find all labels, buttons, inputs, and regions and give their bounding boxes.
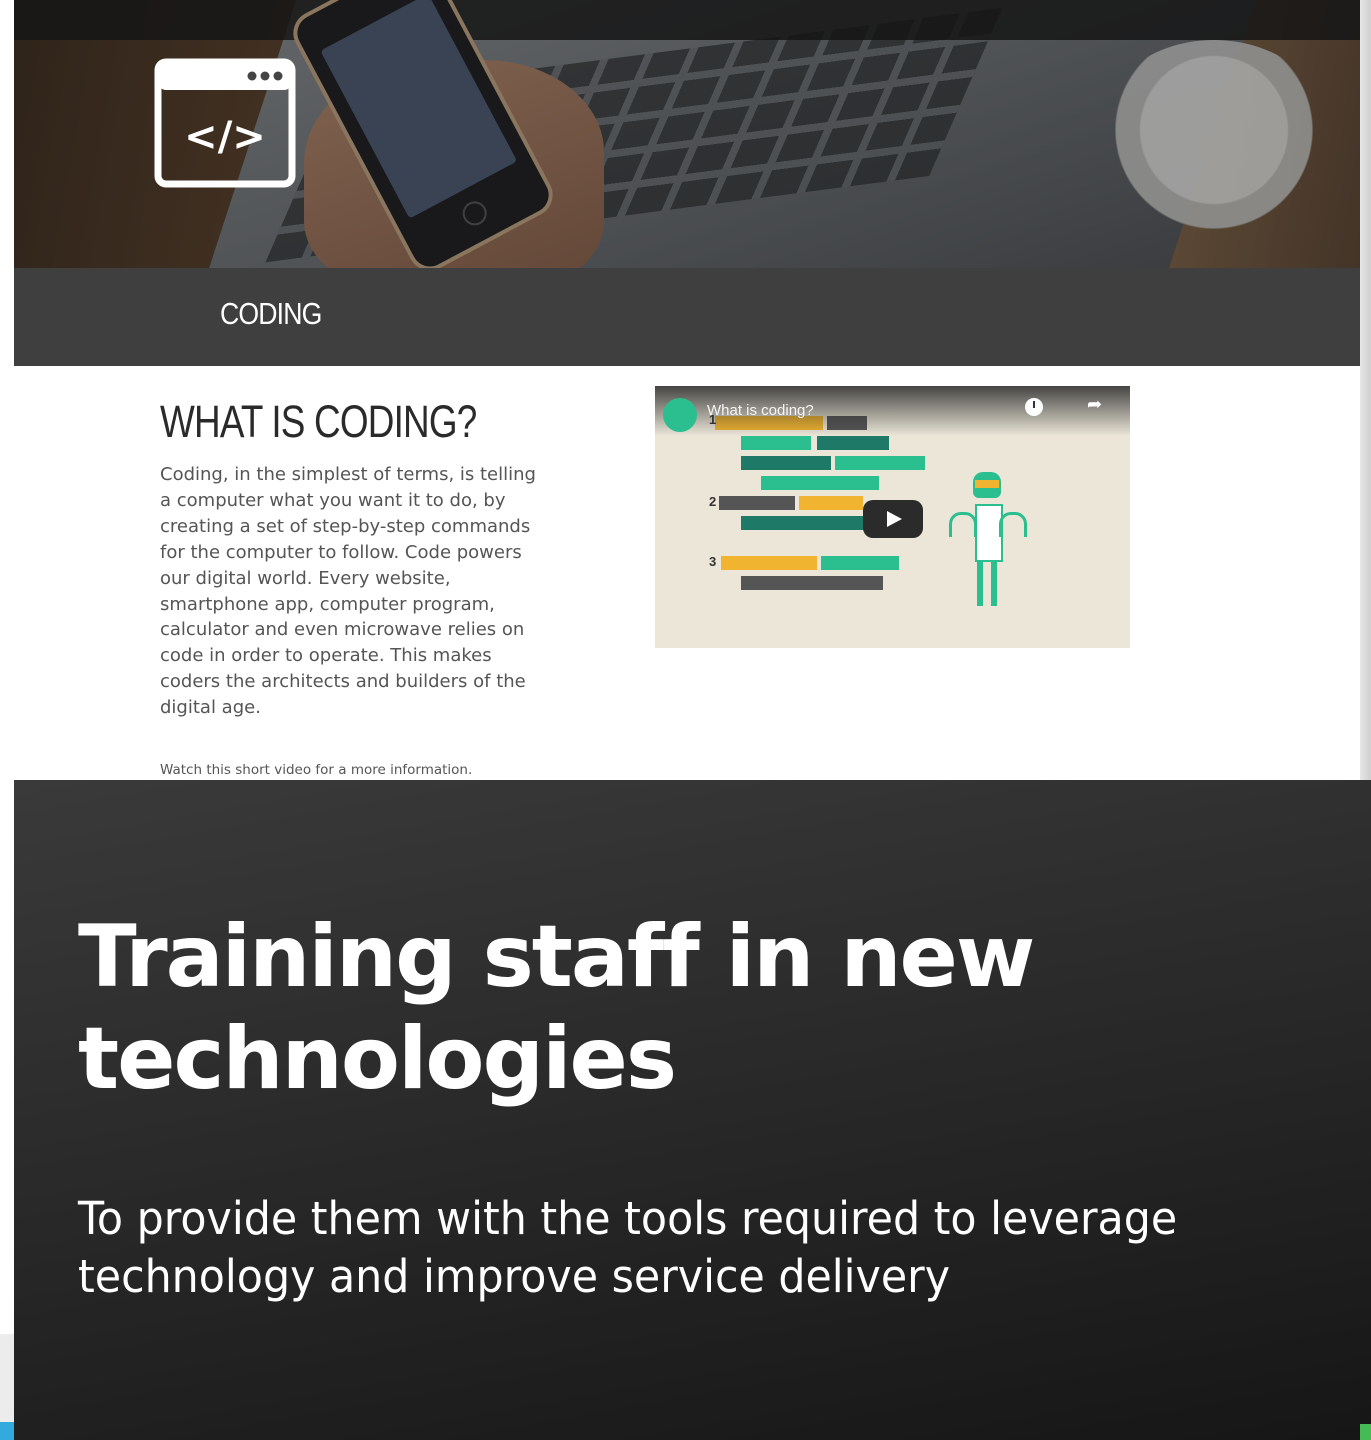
video-bar: [821, 556, 899, 570]
code-window-icon: </>: [154, 58, 296, 188]
video-note: Watch this short video for a more inform…: [160, 762, 473, 778]
blue-accent: [0, 1422, 14, 1440]
video-bar: [741, 436, 811, 450]
video-step-number: 2: [709, 494, 717, 509]
video-bar: [835, 456, 925, 470]
category-label: CODING: [220, 296, 322, 331]
video-bar: [817, 436, 889, 450]
svg-text:</>: </>: [184, 114, 266, 160]
article-body: Coding, in the simplest of terms, is tel…: [160, 464, 536, 719]
video-bar: [799, 496, 863, 510]
robot-arm: [949, 512, 977, 537]
article-section: WHAT IS CODING? Coding, in the simplest …: [14, 366, 1360, 780]
article-heading: WHAT IS CODING?: [160, 396, 477, 447]
video-step-number: 3: [709, 554, 717, 569]
video-player[interactable]: 2 3 1 What is coding? ➦: [655, 386, 1130, 648]
robot-visor: [975, 480, 999, 488]
video-bar: [719, 496, 795, 510]
video-step-number: 1: [709, 412, 717, 427]
page-frame-edge: [1360, 0, 1371, 800]
slide-title: Training staff in new technologies: [78, 907, 1035, 1109]
video-bar: [741, 516, 873, 530]
video-bar: [741, 576, 883, 590]
video-title[interactable]: What is coding?: [707, 402, 814, 419]
slide-subtitle: To provide them with the tools required …: [78, 1192, 1178, 1303]
robot-leg: [991, 560, 997, 606]
category-band: CODING: [14, 268, 1360, 366]
video-bar: [761, 476, 879, 490]
video-bar: [741, 456, 831, 470]
left-edge-stripe: [0, 1334, 14, 1440]
green-accent: [1360, 1424, 1371, 1440]
channel-avatar[interactable]: [663, 398, 697, 432]
robot-arm: [999, 512, 1027, 537]
play-button-icon[interactable]: [863, 500, 923, 538]
video-bar: [721, 556, 817, 570]
share-icon[interactable]: ➦: [1087, 394, 1102, 415]
watch-later-icon[interactable]: [1025, 398, 1043, 416]
slide-panel: Training staff in new technologies To pr…: [14, 780, 1371, 1440]
robot-leg: [977, 560, 983, 606]
